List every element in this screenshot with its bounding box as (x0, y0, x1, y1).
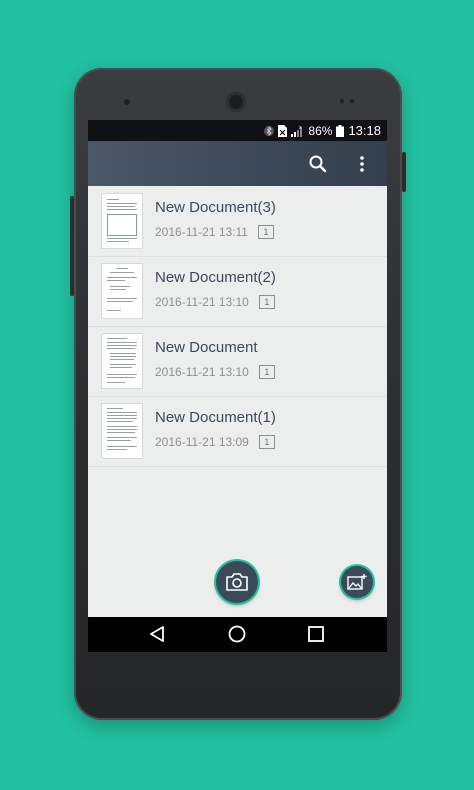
phone-side-button (70, 196, 74, 296)
list-item[interactable]: New Document(1) 2016-11-21 13:09 1 (88, 396, 387, 467)
front-camera (124, 99, 130, 105)
gallery-icon (347, 574, 367, 590)
document-date: 2016-11-21 13:09 (155, 435, 249, 449)
battery-icon (336, 124, 345, 137)
more-vert-icon[interactable] (356, 154, 368, 174)
sensor-dot (340, 99, 344, 103)
list-item[interactable]: New Document 2016-11-21 13:10 1 (88, 326, 387, 397)
navigation-bar (88, 617, 387, 652)
status-bar: x 86% 13:18 (88, 120, 387, 141)
battery-percent: 86% (308, 123, 333, 138)
list-item[interactable]: New Document(3) 2016-11-21 13:11 1 (88, 186, 387, 257)
document-title: New Document(1) (155, 409, 276, 426)
document-thumbnail (102, 194, 142, 248)
document-date: 2016-11-21 13:10 (155, 295, 249, 309)
page-count-badge: 1 (258, 295, 275, 309)
app-bar (88, 141, 387, 186)
recents-icon[interactable] (307, 625, 325, 643)
page-count-badge: 1 (257, 225, 274, 239)
page-count-badge: 1 (258, 365, 275, 379)
camera-icon (226, 573, 248, 591)
phone-speaker (226, 92, 246, 112)
document-list: New Document(3) 2016-11-21 13:11 1 New D… (88, 186, 387, 617)
document-title: New Document (155, 339, 258, 356)
page-count-badge: 1 (258, 435, 275, 449)
search-icon[interactable] (308, 154, 328, 174)
document-title: New Document(2) (155, 269, 276, 286)
document-thumbnail (102, 334, 142, 388)
document-title: New Document(3) (155, 199, 276, 216)
phone-power-button (402, 152, 406, 192)
signal-icon: x (291, 125, 303, 137)
home-icon[interactable] (227, 624, 247, 644)
clock: 13:18 (348, 123, 381, 138)
document-thumbnail (102, 264, 142, 318)
document-date: 2016-11-21 13:11 (155, 225, 248, 239)
bluetooth-icon (264, 125, 275, 136)
document-thumbnail (102, 404, 142, 458)
sensor-dot (350, 99, 354, 103)
sim-icon (278, 124, 288, 137)
list-item[interactable]: New Document(2) 2016-11-21 13:10 1 (88, 256, 387, 327)
document-date: 2016-11-21 13:10 (155, 365, 249, 379)
camera-button[interactable] (216, 561, 258, 603)
back-icon[interactable] (148, 625, 166, 643)
gallery-button[interactable] (341, 566, 373, 598)
